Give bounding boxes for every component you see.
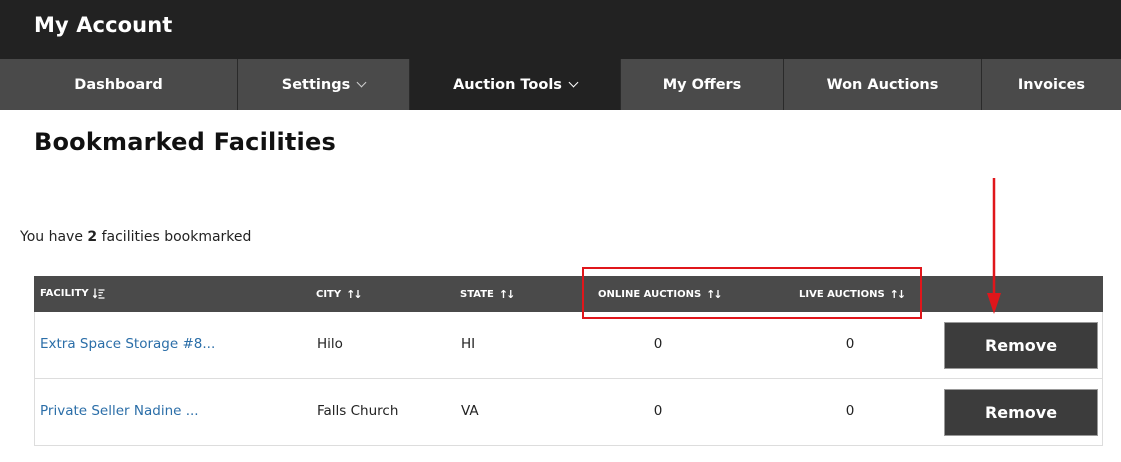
sort-active-icon: [92, 288, 105, 299]
header-state[interactable]: STATE ↑↓: [460, 288, 516, 301]
facility-link[interactable]: Private Seller Nadine ...: [40, 403, 199, 419]
sort-icon: ↑↓: [346, 288, 363, 301]
nav-my-offers[interactable]: My Offers: [621, 59, 784, 110]
chevron-down-icon: [568, 77, 579, 87]
city-cell: Falls Church: [317, 403, 399, 419]
nav-dashboard-label: Dashboard: [74, 76, 163, 93]
main-nav: Dashboard Settings Auction Tools My Offe…: [0, 59, 1121, 110]
table-row: Extra Space Storage #8... Hilo HI 0 0 Re…: [34, 312, 1103, 379]
nav-settings[interactable]: Settings: [238, 59, 410, 110]
header-city[interactable]: CITY ↑↓: [316, 288, 363, 301]
arrow-down-icon: [987, 178, 1001, 314]
bookmarks-table: FACILITY CITY ↑↓ STATE ↑↓ ONLINE AUCTION…: [34, 276, 1103, 446]
nav-invoices-label: Invoices: [1017, 76, 1086, 93]
city-cell: Hilo: [317, 336, 343, 352]
nav-invoices[interactable]: Invoices: [982, 59, 1121, 110]
online-auctions-cell: 0: [653, 403, 663, 419]
remove-button[interactable]: Remove: [944, 389, 1098, 436]
nav-won-auctions-label: Won Auctions: [826, 76, 939, 93]
nav-settings-label: Settings: [281, 76, 351, 93]
sort-icon: ↑↓: [498, 288, 516, 301]
chevron-down-icon: [356, 77, 367, 87]
summary-prefix: You have: [20, 229, 83, 245]
nav-my-offers-label: My Offers: [662, 76, 742, 93]
facility-link[interactable]: Extra Space Storage #8...: [40, 336, 215, 352]
header-facility[interactable]: FACILITY: [40, 288, 105, 299]
header-facility-label: FACILITY: [40, 288, 89, 299]
nav-auction-tools[interactable]: Auction Tools: [410, 59, 621, 110]
state-cell: HI: [461, 336, 476, 352]
state-cell: VA: [461, 403, 479, 419]
table-header: FACILITY CITY ↑↓ STATE ↑↓ ONLINE AUCTION…: [34, 276, 1103, 312]
table-row: Private Seller Nadine ... Falls Church V…: [34, 379, 1103, 446]
live-auctions-cell: 0: [845, 403, 855, 419]
bookmark-summary: You have 2 facilities bookmarked: [20, 229, 251, 245]
summary-suffix: facilities bookmarked: [101, 229, 252, 245]
top-bar: My Account: [0, 0, 1121, 59]
online-auctions-cell: 0: [653, 336, 663, 352]
account-title: My Account: [34, 13, 173, 37]
nav-won-auctions[interactable]: Won Auctions: [784, 59, 982, 110]
summary-count: 2: [87, 229, 98, 245]
header-state-label: STATE: [460, 289, 494, 300]
live-auctions-cell: 0: [845, 336, 855, 352]
highlight-box: [582, 267, 922, 319]
nav-dashboard[interactable]: Dashboard: [0, 59, 238, 110]
page-title: Bookmarked Facilities: [34, 128, 336, 156]
nav-auction-tools-label: Auction Tools: [453, 76, 562, 93]
remove-button[interactable]: Remove: [944, 322, 1098, 369]
header-city-label: CITY: [316, 289, 342, 300]
